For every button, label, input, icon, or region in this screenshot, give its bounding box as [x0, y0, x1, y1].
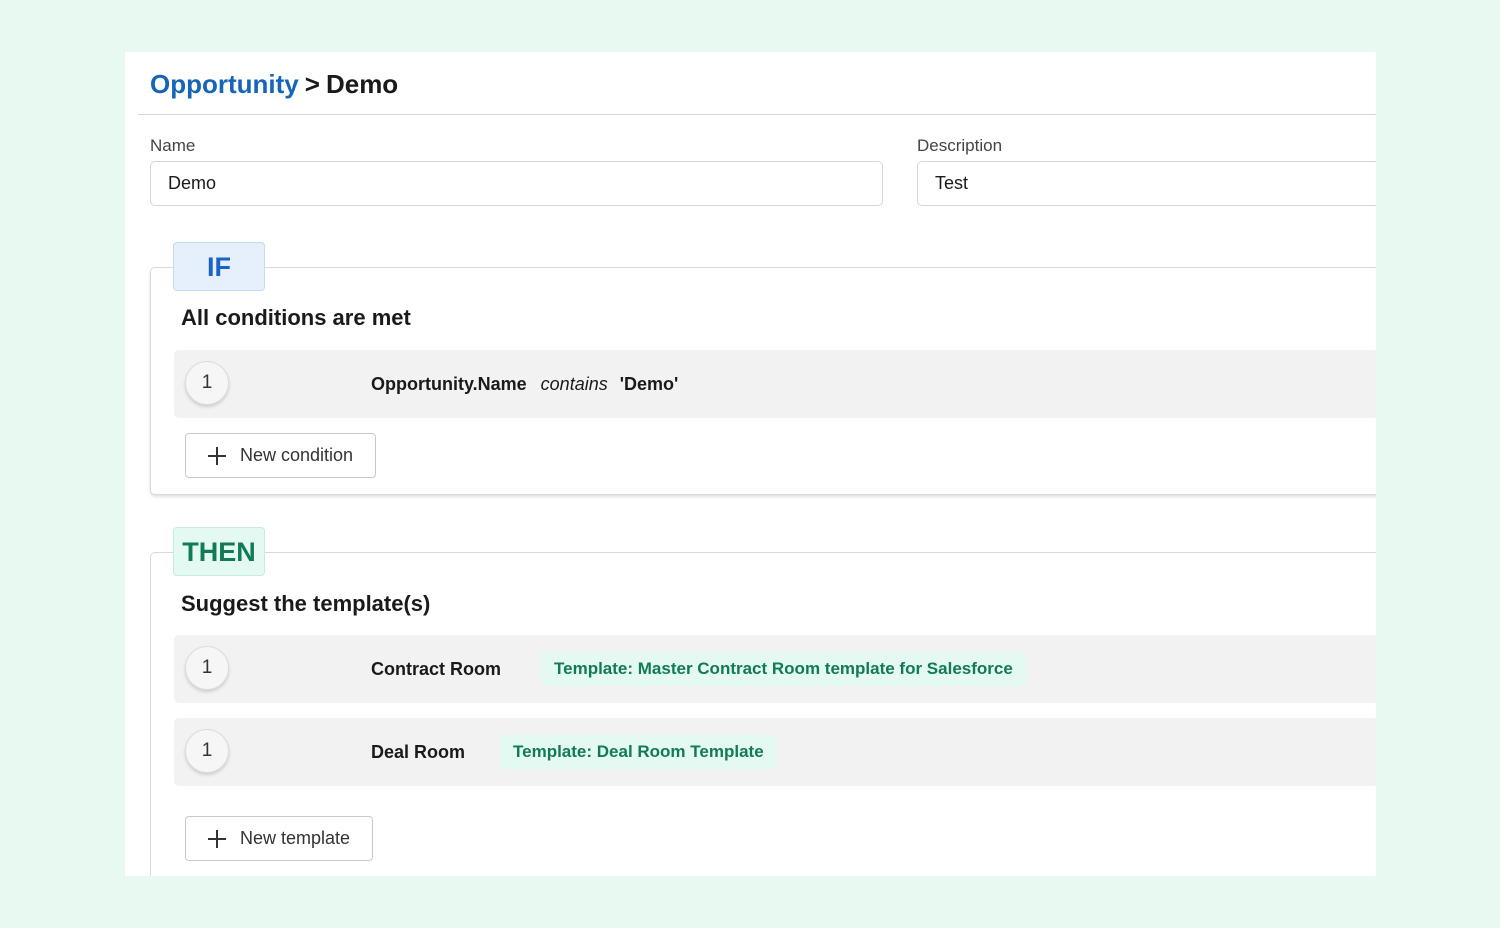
new-template-button[interactable]: New template — [185, 816, 374, 861]
name-input[interactable] — [150, 161, 883, 206]
description-label: Description — [917, 136, 1003, 155]
header-divider — [138, 114, 1376, 115]
rule-editor-panel: Opportunity>Demo Name Description IF All… — [125, 52, 1376, 876]
plus-icon — [208, 829, 226, 848]
if-tag: IF — [173, 242, 265, 291]
condition-number-badge: 1 — [185, 361, 229, 405]
if-section-title: All conditions are met — [181, 305, 411, 330]
name-label: Name — [150, 136, 196, 155]
description-input[interactable] — [917, 161, 1376, 206]
template-room-name: Contract Room — [371, 659, 501, 679]
template-number-badge: 1 — [185, 646, 229, 690]
breadcrumb: Opportunity > Demo — [150, 64, 398, 104]
condition-operator: contains — [540, 374, 608, 394]
then-section-title: Suggest the template(s) — [181, 591, 431, 616]
condition-field: Opportunity.Name — [371, 374, 527, 394]
breadcrumb-current: Demo — [325, 69, 399, 99]
new-condition-button[interactable]: New condition — [185, 433, 377, 478]
plus-icon — [208, 446, 226, 465]
template-row[interactable]: 1 Deal Room Template: Deal Room Template — [174, 718, 1376, 786]
then-tag: THEN — [173, 527, 265, 576]
template-chip[interactable]: Template: Master Contract Room template … — [541, 652, 1026, 686]
template-number-badge: 1 — [185, 729, 229, 773]
condition-row[interactable]: 1 Opportunity.Name contains 'Demo' — [174, 350, 1376, 418]
then-section: THEN Suggest the template(s) 1 Contract … — [150, 527, 1376, 876]
template-chip[interactable]: Template: Deal Room Template — [500, 735, 777, 769]
new-template-label: New template — [240, 828, 351, 848]
template-room-name: Deal Room — [371, 742, 466, 762]
new-condition-label: New condition — [240, 445, 354, 465]
condition-value: 'Demo' — [619, 374, 679, 394]
template-row[interactable]: 1 Contract Room Template: Master Contrac… — [174, 635, 1376, 703]
condition-expression: Opportunity.Name contains 'Demo' — [371, 350, 678, 418]
breadcrumb-link-opportunity[interactable]: Opportunity — [150, 69, 299, 99]
breadcrumb-separator: > — [304, 69, 320, 99]
if-section: IF All conditions are met 1 Opportunity.… — [150, 242, 1376, 495]
